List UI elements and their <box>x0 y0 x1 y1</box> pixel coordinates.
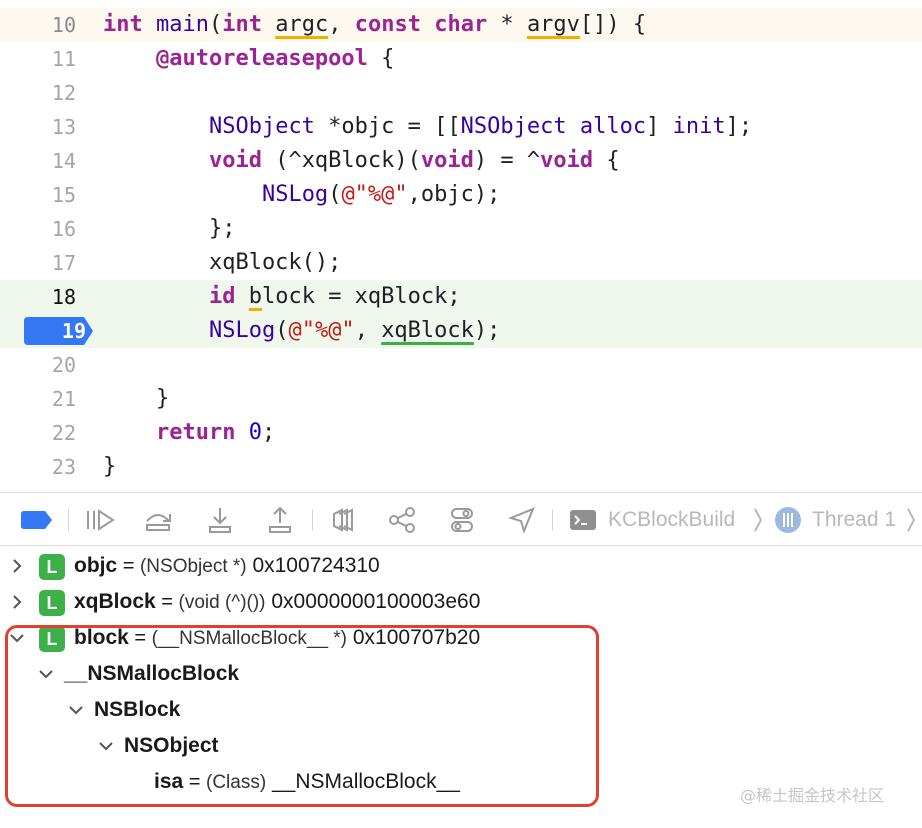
code-text: NSLog(@"%@", xqBlock); <box>208 318 501 343</box>
breadcrumb-thread[interactable]: Thread 1 <box>812 493 896 547</box>
code-text: } <box>103 454 117 479</box>
step-out-icon <box>269 506 291 533</box>
line-number: 21 <box>51 387 76 411</box>
debug-toolbar: KCBlockBuild Thread 1 <box>0 492 922 546</box>
breakpoints-toggle-button[interactable] <box>18 493 56 547</box>
toolbar-separator <box>312 509 313 531</box>
code-text: }; <box>103 216 236 241</box>
code-line-22[interactable]: 22 return 0; <box>0 416 922 450</box>
code-text: xqBlock(); <box>103 250 342 275</box>
line-number: 10 <box>51 13 76 37</box>
code-text: id block = xqBlock; <box>208 284 461 309</box>
line-number: 16 <box>51 217 76 241</box>
line-number: 12 <box>51 81 76 105</box>
chevron-right-icon <box>13 559 22 573</box>
step-over-icon <box>146 514 171 531</box>
code-line-20[interactable]: 20 <box>0 348 922 382</box>
toggle-switches-icon <box>451 508 473 532</box>
code-line-12[interactable]: 12 <box>0 76 922 110</box>
thread-icon <box>775 507 801 533</box>
breakpoint-line-number: 19 <box>61 319 86 343</box>
line-number: 22 <box>51 421 76 445</box>
line-number: 11 <box>51 47 76 71</box>
code-line-19[interactable]: 19 NSLog(@"%@", xqBlock); <box>0 314 922 348</box>
code-line-10[interactable]: 10 int main(int argc, const char * argv[… <box>0 8 922 42</box>
code-line-16[interactable]: 16 }; <box>0 212 922 246</box>
line-number: 23 <box>51 455 76 479</box>
simulate-location-button[interactable] <box>502 493 542 547</box>
code-text: NSLog(@"%@",objc); <box>261 182 501 207</box>
code-line-15[interactable]: 15 NSLog(@"%@",objc); <box>0 178 922 212</box>
code-line-17[interactable]: 17 xqBlock(); <box>0 246 922 280</box>
local-variable-badge: L <box>39 590 65 616</box>
code-line-18[interactable]: 18 id block = xqBlock; <box>0 280 922 314</box>
code-line-11[interactable]: 11 @autoreleasepool { <box>0 42 922 76</box>
toolbar-separator <box>552 509 553 531</box>
disclosure-toggle[interactable] <box>8 548 26 584</box>
memory-graph-button[interactable] <box>382 493 422 547</box>
breadcrumb-chevron <box>904 493 918 547</box>
chevron-right-icon <box>13 595 22 609</box>
code-text: void (^xqBlock)(void) = ^void { <box>208 148 620 173</box>
source-editor[interactable]: 10 int main(int argc, const char * argv[… <box>0 0 922 490</box>
code-text: return 0; <box>155 420 276 445</box>
breakpoint-tag-icon <box>21 511 52 529</box>
terminal-app-icon <box>570 510 596 530</box>
step-into-icon <box>209 508 231 533</box>
code-line-14[interactable]: 14 void (^xqBlock)(void) = ^void { <box>0 144 922 178</box>
annotation-highlight-box <box>5 625 599 807</box>
variable-description: xqBlock = (void (^)()) 0x0000000100003e6… <box>74 590 481 613</box>
code-text: NSObject *objc = [[NSObject alloc] init]… <box>208 114 753 139</box>
line-number: 15 <box>51 183 76 207</box>
disclosure-toggle[interactable] <box>8 584 26 620</box>
step-into-button[interactable] <box>200 493 240 547</box>
code-text: } <box>103 386 170 411</box>
memory-graph-icon <box>389 507 415 533</box>
variable-description: objc = (NSObject *) 0x100724310 <box>74 554 380 577</box>
target-icon-wrap <box>566 493 600 547</box>
local-variable-badge: L <box>39 554 65 580</box>
code-line-13[interactable]: 13 NSObject *objc = [[NSObject alloc] in… <box>0 110 922 144</box>
location-arrow-icon <box>508 507 535 534</box>
line-number: 18 <box>51 285 76 309</box>
continue-icon <box>87 509 115 531</box>
chevron-right-icon <box>907 508 916 532</box>
view-hierarchy-icon <box>333 508 353 532</box>
watermark: @稀土掘金技术社区 <box>740 786 885 805</box>
breadcrumb-chevron <box>750 493 766 547</box>
breakpoint-marker[interactable]: 19 <box>24 317 94 345</box>
thread-icon-wrap <box>772 493 804 547</box>
step-over-button[interactable] <box>138 493 178 547</box>
step-out-button[interactable] <box>260 493 300 547</box>
continue-button[interactable] <box>80 493 120 547</box>
line-number: 20 <box>51 353 76 377</box>
view-hierarchy-button[interactable] <box>322 493 362 547</box>
line-number: 14 <box>51 149 76 173</box>
line-number: 17 <box>51 251 76 275</box>
code-text: @autoreleasepool { <box>155 46 395 71</box>
environment-overrides-button[interactable] <box>442 493 482 547</box>
toolbar-separator <box>68 509 69 531</box>
chevron-right-icon <box>754 508 763 532</box>
variable-row-objc[interactable]: L objc = (NSObject *) 0x100724310 <box>0 548 922 584</box>
code-text: int main(int argc, const char * argv[]) … <box>103 12 647 37</box>
code-line-23[interactable]: 23 } <box>0 450 922 484</box>
code-line-21[interactable]: 21 } <box>0 382 922 416</box>
breadcrumb-target[interactable]: KCBlockBuild <box>608 493 735 547</box>
variable-row-xqblock[interactable]: L xqBlock = (void (^)()) 0x0000000100003… <box>0 584 922 620</box>
line-number: 13 <box>51 115 76 139</box>
